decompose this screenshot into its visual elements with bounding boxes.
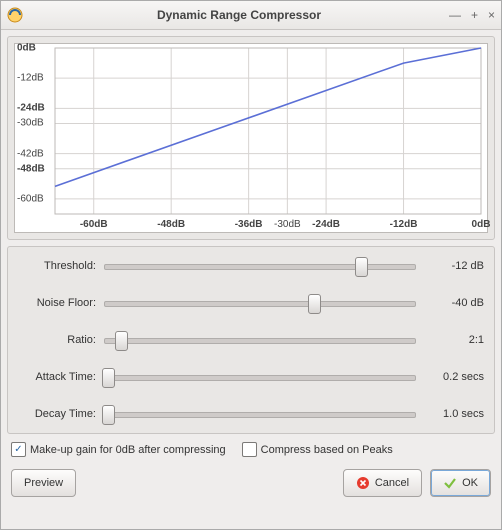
checkbox-icon: ✓ [11,442,26,457]
threshold-slider[interactable] [102,256,418,276]
dialog-window: Dynamic Range Compressor — + × 0dB -12dB -… [0,0,502,530]
preview-button[interactable]: Preview [11,469,76,497]
noise-floor-slider[interactable] [102,293,418,313]
noise-floor-label: Noise Floor: [18,297,96,309]
window-title: Dynamic Range Compressor [29,8,449,22]
y-axis-tick: -60dB [17,193,44,204]
makeup-gain-label: Make-up gain for 0dB after compressing [30,444,226,456]
x-axis-tick: -36dB [235,219,263,230]
threshold-label: Threshold: [18,260,96,272]
options-row: ✓ Make-up gain for 0dB after compressing… [7,440,495,457]
ratio-slider[interactable] [102,330,418,350]
preview-label: Preview [24,477,63,489]
attack-time-label: Attack Time: [18,371,96,383]
decay-time-value: 1.0 secs [424,408,484,420]
decay-time-row: Decay Time: 1.0 secs [18,403,484,425]
y-axis-tick: -12dB [17,73,44,84]
graph-panel: 0dB -12dB -24dB -30dB -42dB -48dB -60dB -60dB -4… [7,36,495,240]
x-axis-tick: -24dB [312,219,340,230]
check-icon [443,476,457,490]
attack-time-slider[interactable] [102,367,418,387]
attack-time-row: Attack Time: 0.2 secs [18,366,484,388]
checkbox-icon [242,442,257,457]
x-axis-tick: 0dB [472,219,491,230]
app-icon [7,7,23,23]
threshold-row: Threshold: -12 dB [18,255,484,277]
y-axis-tick: -48dB [17,163,45,174]
titlebar[interactable]: Dynamic Range Compressor — + × [1,1,501,30]
content-area: 0dB -12dB -24dB -30dB -42dB -48dB -60dB -60dB -4… [1,30,501,529]
compress-peaks-checkbox[interactable]: Compress based on Peaks [242,442,393,457]
ratio-label: Ratio: [18,334,96,346]
decay-time-slider[interactable] [102,404,418,424]
ratio-row: Ratio: 2:1 [18,329,484,351]
noise-floor-value: -40 dB [424,297,484,309]
window-controls: — + × [449,8,495,22]
cancel-button[interactable]: Cancel [343,469,422,497]
ok-button[interactable]: OK [430,469,491,497]
minimize-button[interactable]: — [449,8,461,22]
y-axis-tick: -42dB [17,148,44,159]
noise-floor-row: Noise Floor: -40 dB [18,292,484,314]
x-axis-tick: -48dB [157,219,185,230]
y-axis-tick: -30dB [17,118,44,129]
cancel-label: Cancel [375,477,409,489]
y-axis-tick: 0dB [17,43,36,54]
makeup-gain-checkbox[interactable]: ✓ Make-up gain for 0dB after compressing [11,442,226,457]
button-row: Preview Cancel OK [7,463,495,497]
ratio-value: 2:1 [424,334,484,346]
transfer-curve-graph: 0dB -12dB -24dB -30dB -42dB -48dB -60dB -60dB -4… [14,43,488,233]
sliders-panel: Threshold: -12 dB Noise Floor: -40 dB Ra… [7,246,495,434]
decay-time-label: Decay Time: [18,408,96,420]
compress-peaks-label: Compress based on Peaks [261,444,393,456]
x-axis-tick: -30dB [274,219,301,230]
y-axis-tick: -24dB [17,103,45,114]
attack-time-value: 0.2 secs [424,371,484,383]
maximize-button[interactable]: + [471,8,478,22]
close-button[interactable]: × [488,8,495,22]
x-axis-tick: -12dB [390,219,418,230]
threshold-value: -12 dB [424,260,484,272]
x-axis-tick: -60dB [80,219,108,230]
cancel-icon [356,476,370,490]
ok-label: OK [462,477,478,489]
